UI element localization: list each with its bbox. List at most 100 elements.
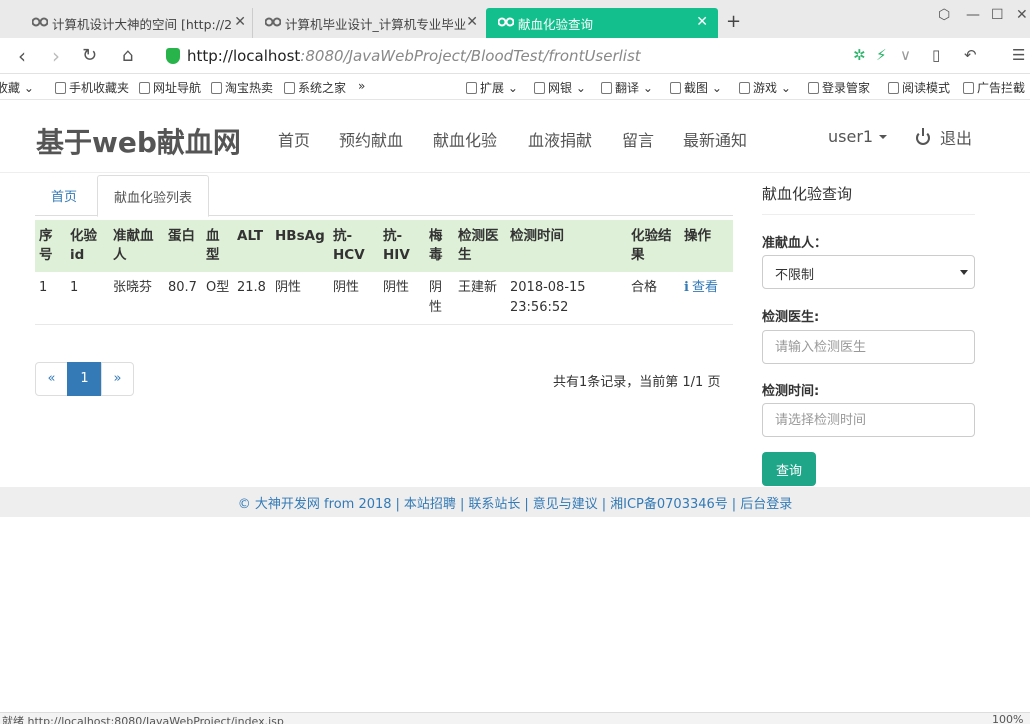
caret-down-icon — [879, 135, 888, 139]
user-menu[interactable]: user1 — [828, 127, 888, 146]
prev-page-button[interactable]: « — [35, 362, 68, 396]
page-1-button[interactable]: 1 — [67, 362, 102, 396]
bookmarks-bar: 收藏 ⌄ 手机收藏夹 网址导航 淘宝热卖 系统之家 » 扩展 ⌄ 网银 ⌄ 翻译… — [0, 74, 1030, 100]
nav-reserve-donation[interactable]: 预约献血 — [339, 127, 403, 151]
nav-notice[interactable]: 最新通知 — [683, 127, 747, 151]
chevron-down-icon[interactable]: ∨ — [900, 46, 911, 64]
footer-admin-login[interactable]: 后台登录 — [740, 497, 792, 512]
back-icon[interactable]: ‹ — [18, 44, 26, 68]
bookmark-item[interactable]: 扩展 ⌄ — [466, 79, 518, 96]
cell-action: i 查看 — [680, 272, 733, 325]
browser-tab-active[interactable]: 献血化验查询 ✕ — [486, 8, 718, 38]
url-text: http://localhost:8080/JavaWebProject/Blo… — [187, 47, 641, 65]
bookmark-item[interactable]: 截图 ⌄ — [670, 79, 722, 96]
menu-icon[interactable]: ☰ — [1012, 46, 1025, 64]
forward-icon[interactable]: › — [52, 44, 60, 68]
tab-home[interactable]: 首页 — [35, 175, 93, 216]
scissors-icon — [670, 82, 681, 94]
cell-syphilis: 阴性 — [425, 272, 454, 325]
close-window-icon[interactable]: ✕ — [1016, 7, 1028, 23]
tab-blood-test-list[interactable]: 献血化验列表 — [97, 175, 210, 217]
minimize-icon[interactable]: — — [966, 7, 980, 23]
footer-copyright[interactable]: © 大神开发网 from 2018 — [238, 497, 392, 512]
gamepad-icon — [739, 82, 750, 94]
nav-blood-test[interactable]: 献血化验 — [433, 127, 497, 151]
site-footer: © 大神开发网 from 2018 | 本站招聘 | 联系站长 | 意见与建议 | 湘ICP备0… — [0, 487, 1030, 517]
bookmark-item[interactable]: 游戏 ⌄ — [739, 79, 791, 96]
bookmark-item[interactable]: 登录管家 — [808, 79, 870, 96]
footer-separator: | — [459, 497, 465, 512]
page-info: 共有1条记录，当前第 1/1 页 — [553, 375, 721, 390]
browser-tab-2[interactable]: 计算机毕业设计_计算机专业毕业 ✕ — [252, 8, 488, 38]
bookmark-item[interactable]: 系统之家 — [284, 79, 346, 96]
skin-icon[interactable]: ⬡ — [938, 7, 950, 23]
new-tab-button[interactable]: + — [726, 11, 741, 32]
phone-icon[interactable]: ▯ — [932, 46, 940, 64]
test-time-input[interactable] — [762, 403, 975, 437]
cell-protein: 80.7 — [164, 272, 202, 325]
bookmark-item[interactable]: 网银 ⌄ — [534, 79, 586, 96]
home-icon[interactable]: ⌂ — [122, 45, 133, 66]
close-icon[interactable]: ✕ — [696, 14, 708, 30]
security-shield-icon — [166, 48, 180, 64]
footer-recruit[interactable]: 本站招聘 — [404, 497, 456, 512]
url-field[interactable]: http://localhost:8080/JavaWebProject/Blo… — [160, 42, 848, 70]
browser-tab-title: 计算机设计大神的空间 [http://2 — [52, 17, 233, 32]
bookmark-item[interactable]: 手机收藏夹 — [55, 79, 129, 96]
maximize-icon[interactable]: ☐ — [991, 7, 1004, 23]
search-panel-title: 献血化验查询 — [762, 183, 975, 215]
paw-icon — [265, 17, 281, 27]
key-icon — [808, 82, 819, 94]
cell-blood-type: O型 — [202, 272, 233, 325]
footer-contact[interactable]: 联系站长 — [468, 497, 520, 512]
bookmark-item[interactable]: 阅读模式 — [888, 79, 950, 96]
footer-feedback[interactable]: 意见与建议 — [533, 497, 598, 512]
col-alt: ALT — [233, 220, 271, 272]
col-blood-type: 血型 — [202, 220, 233, 272]
site-brand[interactable]: 基于web献血网 — [36, 121, 241, 161]
info-icon: i — [684, 280, 689, 295]
query-button[interactable]: 查询 — [762, 452, 816, 486]
cell-hbsag: 阴性 — [271, 272, 329, 325]
phone-icon — [55, 82, 66, 94]
close-icon[interactable]: ✕ — [466, 14, 478, 30]
lightning-icon[interactable]: ⚡ — [876, 46, 887, 64]
doctor-label: 检测医生: — [762, 310, 820, 325]
translate-icon — [601, 82, 612, 94]
col-action: 操作 — [680, 220, 733, 272]
caret-down-icon — [960, 270, 968, 275]
cell-hiv: 阴性 — [379, 272, 425, 325]
footer-icp[interactable]: 湘ICP备0703346号 — [610, 497, 728, 512]
donor-select[interactable]: 不限制 — [762, 255, 975, 289]
doctor-input[interactable] — [762, 330, 975, 364]
address-bar: ‹ › ↻ ⌂ http://localhost:8080/JavaWebPro… — [0, 38, 1030, 74]
undo-icon[interactable]: ↶ — [964, 46, 977, 64]
logout-link[interactable]: 退出 — [916, 125, 972, 149]
site-header: 基于web献血网 首页 预约献血 献血化验 血液捐献 留言 最新通知 user1… — [0, 101, 1030, 173]
col-result: 化验结果 — [627, 220, 680, 272]
nav-home[interactable]: 首页 — [278, 127, 310, 151]
refresh-icon[interactable]: ↻ — [82, 45, 97, 66]
paw-icon — [498, 17, 514, 27]
grid-icon — [466, 82, 477, 94]
view-link[interactable]: i 查看 — [684, 280, 718, 295]
bookmark-item[interactable]: 广告拦截 — [963, 79, 1025, 96]
content-tabs: 首页 献血化验列表 — [35, 175, 733, 217]
next-page-button[interactable]: » — [101, 362, 134, 396]
bookmark-item[interactable]: 淘宝热卖 — [211, 79, 273, 96]
bookmark-item[interactable]: 网址导航 — [139, 79, 201, 96]
cell-alt: 21.8 — [233, 272, 271, 325]
bookmark-item[interactable]: 翻译 ⌄ — [601, 79, 653, 96]
nav-message[interactable]: 留言 — [622, 127, 654, 151]
paw-icon — [32, 17, 48, 27]
speed-icon[interactable]: ✲ — [853, 46, 866, 64]
browser-tab-1[interactable]: 计算机设计大神的空间 [http://2 ✕ — [20, 8, 256, 38]
zoom-level[interactable]: 100% — [992, 713, 1023, 724]
col-donor: 准献血人 — [109, 220, 164, 272]
nav-blood-donation[interactable]: 血液捐献 — [528, 127, 592, 151]
col-hbsag: HBsAg — [271, 220, 329, 272]
cell-doctor: 王建新 — [454, 272, 506, 325]
close-icon[interactable]: ✕ — [234, 14, 246, 30]
bookmark-item[interactable]: 收藏 ⌄ — [0, 79, 34, 96]
bookmark-more[interactable]: » — [358, 79, 365, 93]
